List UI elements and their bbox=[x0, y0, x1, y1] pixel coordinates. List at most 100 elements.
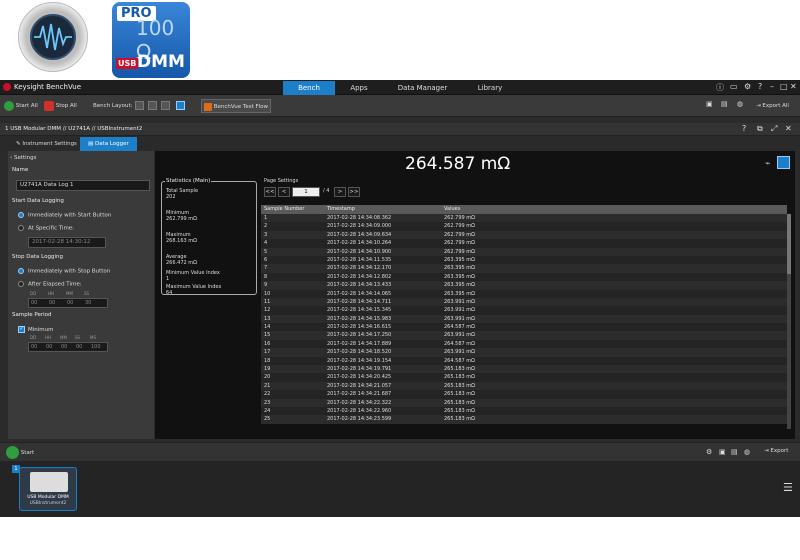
start-at-time-radio[interactable]: At Specific Time: bbox=[18, 225, 74, 232]
instrument-tile[interactable]: 1 USB Modular DMM USBInstrument2 bbox=[12, 465, 77, 511]
chat-icon[interactable]: ▭ bbox=[730, 82, 738, 91]
tab-instrument-settings[interactable]: ✎ Instrument Settings bbox=[8, 137, 85, 151]
layout-columns-icon[interactable] bbox=[161, 101, 170, 110]
tab-data-manager[interactable]: Data Manager bbox=[395, 81, 450, 95]
table-row[interactable]: 20 2017-02-28 14:34:20.425 265.183 mΩ bbox=[261, 373, 787, 382]
page-number-input[interactable]: 1 bbox=[292, 187, 320, 197]
table-row[interactable]: 16 2017-02-28 14:34:17.889 264.587 mΩ bbox=[261, 339, 787, 349]
col-timestamp[interactable]: Timestamp bbox=[327, 205, 355, 214]
settings-gear-icon[interactable]: ⚙ bbox=[706, 448, 712, 456]
next-page-button[interactable]: > bbox=[334, 187, 346, 197]
cell-value: 262.799 mΩ bbox=[444, 215, 475, 221]
folder-icon[interactable]: ▤ bbox=[721, 100, 728, 108]
globe-icon[interactable]: ◍ bbox=[744, 448, 750, 456]
scrollbar-thumb[interactable] bbox=[787, 214, 791, 274]
table-row[interactable]: 23 2017-02-28 14:34:22.322 265.183 mΩ bbox=[261, 398, 787, 407]
maximize-icon[interactable]: □ bbox=[780, 82, 788, 91]
cell-sample-number: 9 bbox=[264, 282, 268, 289]
stop-immediately-radio[interactable]: Immediately with Stop Button bbox=[18, 268, 110, 275]
tab-bench[interactable]: Bench bbox=[283, 81, 335, 95]
export-all-button[interactable]: ⇥ Export All bbox=[756, 99, 789, 113]
gear-icon[interactable]: ⚙ bbox=[744, 82, 751, 91]
layout-grid-icon[interactable] bbox=[135, 101, 144, 110]
cell-sample-number: 8 bbox=[264, 273, 268, 280]
cell-value: 265.183 mΩ bbox=[444, 382, 475, 389]
table-view-icon[interactable] bbox=[777, 156, 790, 169]
folder-icon[interactable]: ▤ bbox=[731, 448, 738, 456]
start-all-button[interactable]: Start All bbox=[4, 99, 38, 113]
col-values[interactable]: Values bbox=[444, 205, 460, 214]
cell-value: 264.587 mΩ bbox=[444, 357, 475, 364]
table-row[interactable]: 25 2017-02-28 14:34:23.599 265.183 mΩ bbox=[261, 415, 787, 424]
tab-data-logger[interactable]: ▤ Data Logger bbox=[80, 137, 137, 151]
table-row[interactable]: 15 2017-02-28 14:34:17.250 263.991 mΩ bbox=[261, 331, 787, 340]
cell-value: 263.991 mΩ bbox=[444, 349, 475, 356]
table-row[interactable]: 9 2017-02-28 14:34:13.433 263.395 mΩ bbox=[261, 281, 787, 290]
tab-apps[interactable]: Apps bbox=[340, 81, 378, 95]
instrument-panel-header: 1 USB Modular DMM // U2741A // USBInstru… bbox=[0, 123, 800, 136]
app-window: Keysight BenchVue Bench Apps Data Manage… bbox=[0, 80, 800, 517]
panel-help-icon[interactable]: ? bbox=[742, 124, 746, 133]
minimum-checkbox[interactable]: ✓ Minimum bbox=[18, 326, 54, 333]
stat-value: 266.472 mΩ bbox=[166, 260, 197, 266]
panel-popout-icon[interactable]: ⧉ bbox=[757, 124, 763, 134]
stop-all-button[interactable]: Stop All bbox=[44, 99, 77, 113]
prev-page-button[interactable]: < bbox=[278, 187, 290, 197]
col-sample-number[interactable]: Sample Number bbox=[264, 205, 304, 214]
first-page-button[interactable]: << bbox=[264, 187, 276, 197]
layout-single-icon[interactable] bbox=[176, 101, 185, 110]
last-page-button[interactable]: >> bbox=[348, 187, 360, 197]
export-button[interactable]: ⇥ Export bbox=[764, 448, 788, 454]
table-row[interactable]: 21 2017-02-28 14:34:21.057 265.183 mΩ bbox=[261, 381, 787, 391]
layout-tile-icon[interactable] bbox=[148, 101, 157, 110]
sample-period-field[interactable]: 00 00 00 00 100 bbox=[28, 342, 108, 352]
close-icon[interactable]: ✕ bbox=[790, 82, 797, 91]
table-row[interactable]: 14 2017-02-28 14:34:16.615 264.587 mΩ bbox=[261, 323, 787, 332]
settings-label: Settings bbox=[13, 155, 37, 161]
table-row[interactable]: 7 2017-02-28 14:34:12.170 263.395 mΩ bbox=[261, 264, 787, 273]
settings-collapse-button[interactable]: ‹ Settings bbox=[10, 155, 37, 161]
cell-value: 263.395 mΩ bbox=[444, 282, 475, 289]
table-row[interactable]: 3 2017-02-28 14:34:09.634 262.799 mΩ bbox=[261, 230, 787, 240]
start-time-field[interactable]: 2017-02-28 14:30:12 bbox=[28, 237, 106, 248]
name-field[interactable]: U2741A Data Log 1 bbox=[16, 180, 150, 191]
table-row[interactable]: 19 2017-02-28 14:34:19.791 265.183 mΩ bbox=[261, 365, 787, 374]
table-scrollbar[interactable] bbox=[787, 214, 791, 429]
table-row[interactable]: 11 2017-02-28 14:34:14.711 263.991 mΩ bbox=[261, 297, 787, 307]
table-row[interactable]: 4 2017-02-28 14:34:10.264 262.799 mΩ bbox=[261, 239, 787, 248]
hamburger-menu-icon[interactable]: ☰ bbox=[783, 481, 793, 494]
table-row[interactable]: 22 2017-02-28 14:34:21.687 265.183 mΩ bbox=[261, 390, 787, 399]
cell-sample-number: 6 bbox=[264, 256, 268, 263]
table-row[interactable]: 10 2017-02-28 14:34:14.065 263.395 mΩ bbox=[261, 289, 787, 298]
table-row[interactable]: 6 2017-02-28 14:34:11.535 263.395 mΩ bbox=[261, 255, 787, 265]
table-row[interactable]: 13 2017-02-28 14:34:15.983 263.991 mΩ bbox=[261, 314, 787, 324]
table-row[interactable]: 12 2017-02-28 14:34:15.345 263.991 mΩ bbox=[261, 306, 787, 315]
start-button[interactable]: Start bbox=[6, 446, 34, 459]
instrument-info-icon[interactable]: ⓘ bbox=[716, 82, 724, 93]
table-row[interactable]: 2 2017-02-28 14:34:09.000 262.799 mΩ bbox=[261, 222, 787, 231]
table-row[interactable]: 1 2017-02-28 14:34:08.362 262.799 mΩ bbox=[261, 214, 787, 223]
minimize-icon[interactable]: – bbox=[770, 82, 774, 91]
stat-label: Maximum Value Index bbox=[166, 284, 222, 290]
stat-value: 262.799 mΩ bbox=[166, 216, 197, 222]
table-row[interactable]: 8 2017-02-28 14:34:12.802 263.395 mΩ bbox=[261, 272, 787, 282]
test-flow-button[interactable]: BenchVue Test Flow bbox=[201, 99, 271, 113]
panel-close-icon[interactable]: ✕ bbox=[785, 124, 792, 133]
panel-maximize-icon[interactable]: ⤢ bbox=[771, 124, 777, 134]
table-row[interactable]: 5 2017-02-28 14:34:10.900 262.799 mΩ bbox=[261, 247, 787, 256]
chart-view-icon[interactable]: ⌁ bbox=[765, 159, 770, 169]
start-immediately-radio[interactable]: Immediately with Start Button bbox=[18, 212, 111, 219]
globe-icon[interactable]: ◍ bbox=[737, 100, 743, 108]
elapsed-time-field[interactable]: 00 00 00 30 bbox=[28, 298, 108, 308]
table-row[interactable]: 18 2017-02-28 14:34:19.154 264.587 mΩ bbox=[261, 356, 787, 366]
save-icon[interactable]: ▣ bbox=[719, 448, 726, 456]
help-icon[interactable]: ? bbox=[758, 82, 762, 91]
title-bar: Keysight BenchVue Bench Apps Data Manage… bbox=[0, 80, 800, 95]
tab-library[interactable]: Library bbox=[470, 81, 510, 95]
elapsed-value: 00 bbox=[49, 300, 56, 306]
start-all-label: Start All bbox=[15, 103, 38, 109]
table-row[interactable]: 17 2017-02-28 14:34:18.520 263.991 mΩ bbox=[261, 348, 787, 357]
stop-elapsed-radio[interactable]: After Elapsed Time: bbox=[18, 281, 82, 288]
save-icon[interactable]: ▣ bbox=[706, 100, 713, 108]
table-row[interactable]: 24 2017-02-28 14:34:22.960 265.183 mΩ bbox=[261, 406, 787, 416]
